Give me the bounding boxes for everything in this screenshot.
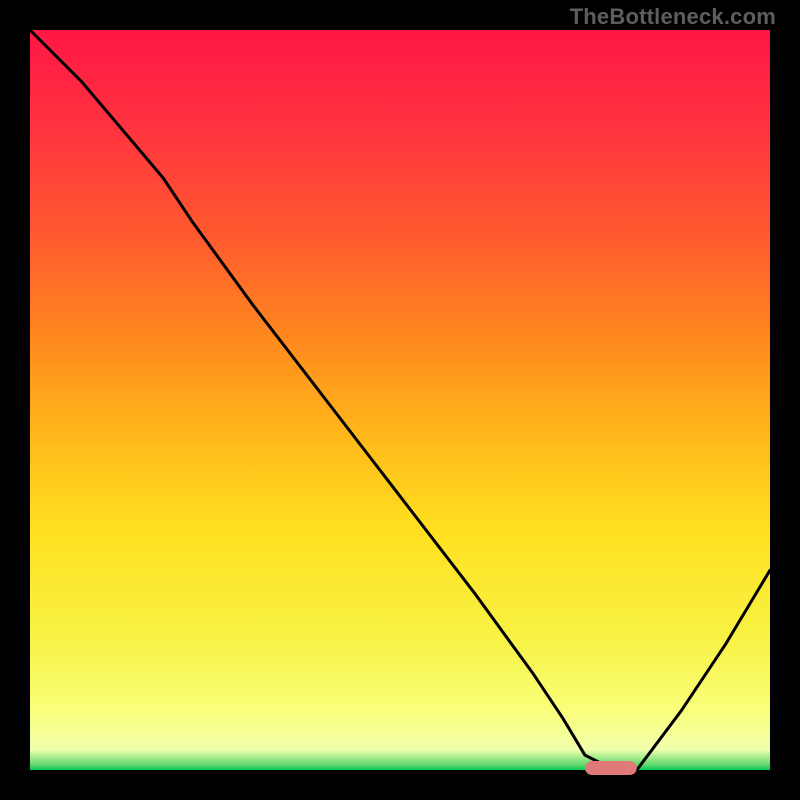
plot-background <box>30 30 770 770</box>
chart-stage: TheBottleneck.com <box>0 0 800 800</box>
bottleneck-chart <box>0 0 800 800</box>
optimal-marker <box>585 761 637 775</box>
